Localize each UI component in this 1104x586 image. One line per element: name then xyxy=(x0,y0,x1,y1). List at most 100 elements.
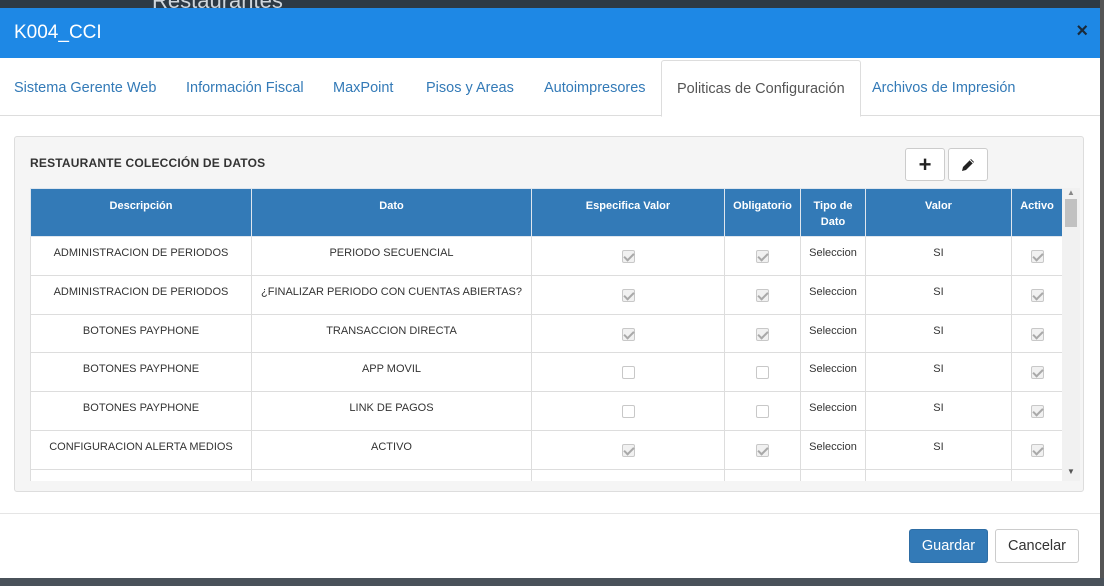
obligatorio-checkbox[interactable] xyxy=(756,443,769,457)
cell-dato: ACTIVO xyxy=(251,429,532,470)
scroll-down-arrow-icon[interactable]: ▼ xyxy=(1067,467,1075,476)
background-edge xyxy=(1100,0,1104,586)
add-button[interactable]: + xyxy=(905,148,945,181)
data-table: Descripción Dato Especifica Valor Obliga… xyxy=(30,188,1063,481)
column-header-especifica-valor[interactable]: Especifica Valor xyxy=(531,188,725,237)
tab-politicas-de-configuracion[interactable]: Politicas de Configuración xyxy=(661,60,861,117)
close-icon[interactable]: × xyxy=(1076,20,1088,43)
pencil-icon xyxy=(962,158,974,171)
cell-valor: SI xyxy=(865,313,1012,354)
cell-dato: LINK DE PAGOS xyxy=(251,391,532,431)
cell-valor: SI xyxy=(865,429,1012,470)
obligatorio-checkbox[interactable] xyxy=(756,327,769,341)
cell-valor: SI xyxy=(865,236,1012,276)
cell-tipo-de-dato: Seleccion xyxy=(800,429,866,470)
tab-pisos-y-areas[interactable]: Pisos y Areas xyxy=(426,60,514,116)
especifica-valor-checkbox[interactable] xyxy=(621,443,635,457)
tab-bar: Sistema Gerente Web Información Fiscal M… xyxy=(0,58,1100,117)
column-header-dato[interactable]: Dato xyxy=(251,188,532,237)
table-row[interactable]: BOTONES PAYPHONE APP MOVIL Seleccion SI xyxy=(30,352,1063,393)
especifica-valor-checkbox[interactable] xyxy=(621,288,635,302)
cell-tipo-de-dato: Seleccion xyxy=(800,313,866,354)
tab-archivos-de-impresion[interactable]: Archivos de Impresión xyxy=(872,60,1015,116)
especifica-valor-checkbox[interactable] xyxy=(621,366,635,380)
cell-valor: SI xyxy=(865,274,1012,315)
cell-dato: APP MOVIL xyxy=(251,352,532,393)
column-header-descripcion[interactable]: Descripción xyxy=(30,188,252,237)
especifica-valor-cell xyxy=(531,313,725,354)
obligatorio-checkbox[interactable] xyxy=(756,250,769,263)
cell-tipo-de-dato: Seleccion xyxy=(800,274,866,315)
obligatorio-checkbox[interactable] xyxy=(756,405,769,419)
edit-button[interactable] xyxy=(948,148,988,181)
column-header-activo[interactable]: Activo xyxy=(1011,188,1063,237)
table-row[interactable]: CONFIGURACION ALERTA MEDIOS ACTIVO Selecci… xyxy=(30,429,1063,470)
tab-autoimpresores[interactable]: Autoimpresores xyxy=(544,60,646,116)
cell-descripcion: ADMINISTRACION DE PERIODOS xyxy=(30,274,252,315)
scroll-up-arrow-icon[interactable]: ▲ xyxy=(1067,188,1075,197)
cell-dato: TRANSACCION DIRECTA xyxy=(251,313,532,354)
cell-descripcion: ADMINISTRACION DE PERIODOS xyxy=(30,236,252,276)
activo-checkbox[interactable] xyxy=(1030,250,1044,263)
scroll-thumb[interactable] xyxy=(1065,199,1077,227)
especifica-valor-checkbox[interactable] xyxy=(621,250,635,263)
tab-informacion-fiscal[interactable]: Información Fiscal xyxy=(186,60,304,116)
activo-checkbox[interactable] xyxy=(1030,288,1044,302)
modal-header: K004_CCI × xyxy=(0,8,1100,58)
activo-checkbox[interactable] xyxy=(1030,366,1044,380)
obligatorio-cell xyxy=(724,352,801,393)
activo-cell xyxy=(1011,274,1063,315)
especifica-valor-cell xyxy=(531,274,725,315)
obligatorio-cell xyxy=(724,274,801,315)
cell-valor: 1 xyxy=(865,468,1012,481)
table-row[interactable]: BOTONES PAYPHONE LINK DE PAGOS Seleccion SI xyxy=(30,391,1063,431)
tab-maxpoint[interactable]: MaxPoint xyxy=(333,60,393,116)
obligatorio-checkbox[interactable] xyxy=(756,366,769,380)
column-header-obligatorio[interactable]: Obligatorio xyxy=(724,188,801,237)
cell-descripcion: BOTONES PAYPHONE xyxy=(30,391,252,431)
activo-cell xyxy=(1011,236,1063,276)
column-header-valor[interactable]: Valor xyxy=(865,188,1012,237)
activo-cell xyxy=(1011,468,1063,481)
modal-footer: Guardar Cancelar xyxy=(0,513,1100,578)
data-collection-panel: RESTAURANTE COLECCIÓN DE DATOS + Descrip… xyxy=(14,136,1084,492)
table-header-row: Descripción Dato Especifica Valor Obliga… xyxy=(30,188,1063,237)
activo-cell xyxy=(1011,429,1063,470)
cell-descripcion: CONFIGURACION ALERTA MEDIOS xyxy=(30,468,252,481)
cell-tipo-de-dato: Seleccion xyxy=(800,391,866,431)
cell-dato: TIEMPO ALERTA MEDIOS xyxy=(251,468,532,481)
table-row[interactable]: ADMINISTRACION DE PERIODOS PERIODO SECUEN… xyxy=(30,236,1063,276)
table-scrollbar[interactable]: ▲ ▼ xyxy=(1062,188,1080,481)
cell-tipo-de-dato: Entero xyxy=(800,468,866,481)
cell-valor: SI xyxy=(865,352,1012,393)
activo-checkbox[interactable] xyxy=(1030,327,1044,341)
obligatorio-cell xyxy=(724,391,801,431)
data-table-container: Descripción Dato Especifica Valor Obliga… xyxy=(30,188,1082,481)
obligatorio-cell xyxy=(724,313,801,354)
especifica-valor-cell xyxy=(531,429,725,470)
table-body: ADMINISTRACION DE PERIODOS PERIODO SECUEN… xyxy=(30,236,1063,481)
activo-checkbox[interactable] xyxy=(1030,443,1044,457)
table-row[interactable]: ADMINISTRACION DE PERIODOS ¿FINALIZAR PER… xyxy=(30,274,1063,315)
cancel-button[interactable]: Cancelar xyxy=(995,529,1079,563)
tab-sistema-gerente-web[interactable]: Sistema Gerente Web xyxy=(14,60,156,116)
obligatorio-checkbox[interactable] xyxy=(756,288,769,302)
especifica-valor-cell xyxy=(531,468,725,481)
especifica-valor-checkbox[interactable] xyxy=(621,327,635,341)
cell-descripcion: BOTONES PAYPHONE xyxy=(30,352,252,393)
especifica-valor-cell xyxy=(531,391,725,431)
table-row[interactable]: BOTONES PAYPHONE TRANSACCION DIRECTA Selec… xyxy=(30,313,1063,354)
activo-checkbox[interactable] xyxy=(1030,405,1044,419)
especifica-valor-checkbox[interactable] xyxy=(621,405,635,419)
background-footer xyxy=(0,578,1104,586)
cell-tipo-de-dato: Seleccion xyxy=(800,236,866,276)
panel-title: RESTAURANTE COLECCIÓN DE DATOS xyxy=(30,156,266,170)
cell-valor: SI xyxy=(865,391,1012,431)
modal-title: K004_CCI xyxy=(14,22,102,43)
column-header-tipo-de-dato[interactable]: Tipo de Dato xyxy=(800,188,866,237)
activo-cell xyxy=(1011,391,1063,431)
save-button[interactable]: Guardar xyxy=(909,529,988,563)
activo-cell xyxy=(1011,352,1063,393)
especifica-valor-cell xyxy=(531,236,725,276)
table-row[interactable]: CONFIGURACION ALERTA MEDIOSTIEMPO ALERTA… xyxy=(30,468,1063,481)
